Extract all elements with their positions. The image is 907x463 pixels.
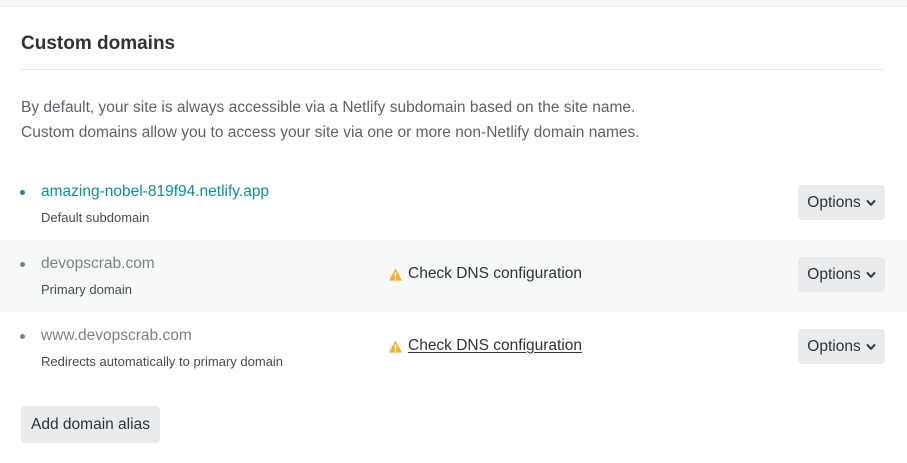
bullet bbox=[20, 190, 25, 195]
options-button[interactable]: Options bbox=[798, 257, 885, 292]
add-domain-alias-label: Add domain alias bbox=[31, 415, 150, 433]
bullet bbox=[20, 334, 25, 339]
domain-link[interactable]: amazing-nobel-819f94.netlify.app bbox=[41, 183, 269, 201]
chevron-down-icon bbox=[866, 343, 876, 350]
dns-warning-text[interactable]: Check DNS configuration bbox=[408, 337, 582, 355]
dns-warning: Check DNS configuration bbox=[388, 265, 582, 283]
domain-subtitle: Redirects automatically to primary domai… bbox=[41, 354, 284, 369]
dns-warning-link[interactable]: Check DNS configuration bbox=[388, 337, 582, 355]
card-title: Custom domains bbox=[21, 33, 176, 54]
options-label: Options bbox=[807, 193, 861, 211]
domain-row-primary: devopscrab.com Primary domain Check DNS … bbox=[0, 240, 907, 312]
domain-row-default: amazing-nobel-819f94.netlify.app Default… bbox=[0, 168, 907, 240]
options-label: Options bbox=[807, 337, 861, 355]
domain-name: www.devopscrab.com bbox=[41, 327, 192, 344]
intro-line-1: By default, your site is always accessib… bbox=[21, 99, 636, 116]
domain-subtitle: Primary domain bbox=[41, 282, 133, 297]
top-strip bbox=[0, 0, 907, 7]
options-label: Options bbox=[807, 265, 861, 283]
intro-line-2: Custom domains allow you to access your … bbox=[21, 124, 640, 141]
domain-row-www: www.devopscrab.com Redirects automatical… bbox=[0, 312, 907, 384]
add-domain-alias-button[interactable]: Add domain alias bbox=[21, 406, 160, 443]
chevron-down-icon bbox=[866, 271, 876, 278]
options-button[interactable]: Options bbox=[798, 329, 885, 364]
domain-name: devopscrab.com bbox=[41, 255, 155, 272]
warning-triangle-icon bbox=[388, 339, 403, 353]
intro-text: By default, your site is always accessib… bbox=[21, 95, 881, 145]
chevron-down-icon bbox=[866, 199, 876, 206]
dns-warning-text: Check DNS configuration bbox=[408, 265, 583, 282]
bullet bbox=[20, 262, 25, 267]
options-button[interactable]: Options bbox=[798, 185, 885, 220]
divider bbox=[21, 69, 885, 70]
warning-triangle-icon bbox=[388, 267, 403, 281]
domain-subtitle: Default subdomain bbox=[41, 210, 150, 225]
